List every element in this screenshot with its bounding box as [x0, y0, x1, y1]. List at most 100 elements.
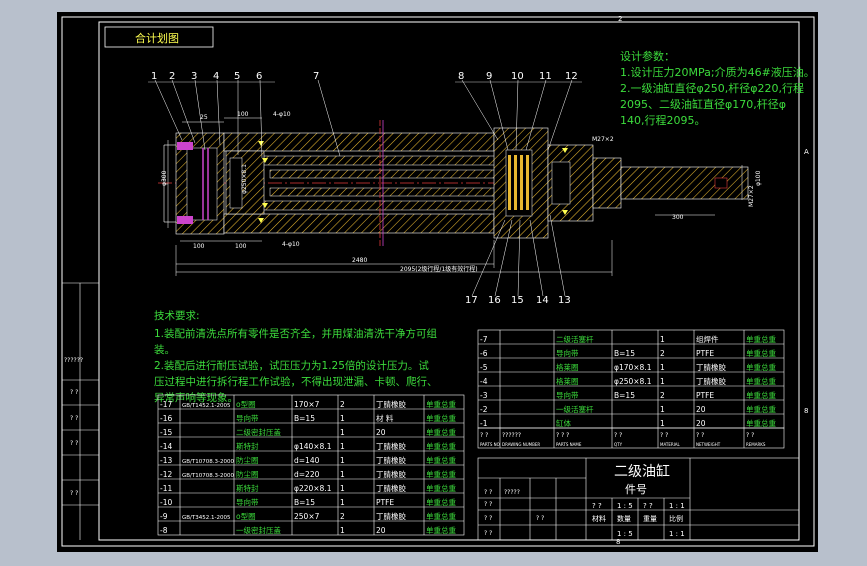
bom_right-cell: φ170×8.1	[614, 363, 652, 372]
bom_right-cell: 单重总重	[746, 404, 776, 414]
part-number: 6	[256, 71, 262, 82]
design-line: 1.设计压力20MPa;介质为46#液压油。	[620, 65, 815, 79]
bom-header: ? ?	[746, 432, 754, 439]
bom_left-cell: 丁腈橡胶	[376, 455, 406, 465]
bom_left-cell: 单重总重	[426, 441, 456, 451]
strip-label: ? ?	[70, 440, 78, 447]
bom_left-cell: φ220×8.1	[294, 484, 332, 493]
drawing-sheet: 合计划图 2 8 A 8 φ250×8.1 1 2 3 4 5 6 7 8 9 …	[57, 12, 818, 552]
bom_left-cell: -16	[160, 414, 172, 423]
end-cap-inner	[186, 147, 218, 221]
bom_right-cell: 二级活塞杆	[556, 334, 594, 344]
dim-phi300: φ300	[161, 170, 168, 186]
bom_left-cell: 斯特封	[236, 441, 259, 451]
dim-100-c: 100	[235, 243, 247, 250]
bom_right-cell: 1	[660, 363, 665, 372]
bom_right-cell: -3	[480, 391, 488, 400]
drawing-canvas: 合计划图 2 8 A 8 φ250×8.1 1 2 3 4 5 6 7 8 9 …	[0, 0, 867, 562]
bom_right-cell: 1	[660, 335, 665, 344]
bom_left-cell: -13	[160, 456, 172, 465]
strip-label: ??????	[64, 357, 83, 364]
bom_right-cell: 格莱圈	[556, 362, 579, 372]
tech-line: 装。	[154, 343, 175, 356]
bom_left-cell: -11	[160, 484, 172, 493]
bom_left-cell: 丁腈橡胶	[376, 469, 406, 479]
bom_left-cell: B=15	[294, 414, 315, 423]
border-mark-top: 2	[618, 15, 622, 23]
bom-header: ? ? ?	[556, 432, 569, 439]
tb-bottom-label: 材料	[592, 514, 606, 523]
bom_left-cell: B=15	[294, 498, 315, 507]
bom_left-cell: 丁腈橡胶	[376, 399, 406, 409]
bom_right-cell: φ250×8.1	[614, 377, 652, 386]
bom_right-cell: 2	[660, 349, 665, 358]
title-block-subtitle: 件号	[625, 483, 647, 496]
dim-4-phi10-b: 4-φ10	[282, 241, 300, 248]
bom_left-cell: 1	[340, 428, 345, 437]
bom_left-cell: d=140	[294, 456, 320, 465]
bom-header-en: REMARKS	[746, 442, 766, 447]
bom_right-cell: 单重总重	[746, 390, 776, 400]
dim-100: 100	[237, 111, 249, 118]
bom_right-cell: -7	[480, 335, 488, 344]
bom-header-en: QTY	[614, 442, 623, 447]
tb-mark: ? ?	[484, 515, 492, 522]
bom_left-cell: 单重总重	[426, 497, 456, 507]
bom_left-cell: o型圈	[236, 512, 256, 521]
bom_left-cell: 1	[340, 414, 345, 423]
bom_right-cell: 单重总重	[746, 362, 776, 372]
border-mark-bottom: 8	[616, 538, 620, 546]
bom_left-cell: GB/T10708.3-2000	[182, 473, 234, 479]
tb-mark: ? ?	[484, 530, 492, 537]
tb-bottom-label: 数量	[617, 514, 631, 523]
design-line: 2.一级油缸直径φ250,杆径φ220,行程	[620, 81, 804, 95]
bom_right-cell: 导向带	[556, 348, 579, 358]
bom-header: ??????	[502, 432, 521, 439]
bom_left-cell: GB/T10708.3-2000	[182, 459, 234, 465]
bom_left-cell: 1	[340, 456, 345, 465]
bom_right-cell: 1	[660, 419, 665, 428]
bom_left-cell: 一级密封压盖	[236, 525, 281, 535]
bom_left-cell: 单重总重	[426, 511, 456, 521]
bom_left-cell: 丁腈橡胶	[376, 441, 406, 451]
tb-mark: ?????	[504, 489, 520, 496]
bom_left-cell: 1	[340, 498, 345, 507]
part-number: 14	[536, 295, 549, 306]
tb-bottom-val: ? ?	[643, 502, 653, 510]
part-number: 15	[511, 295, 524, 306]
part-number: 8	[458, 71, 464, 82]
part-number: 17	[465, 295, 478, 306]
bom_right-cell: -2	[480, 405, 488, 414]
bom_right-cell: B=15	[614, 349, 635, 358]
bom_right-cell: 导向带	[556, 390, 579, 400]
bom_left-cell: 1	[340, 442, 345, 451]
bom_right-cell: 单重总重	[746, 418, 776, 428]
bom_right-cell: -4	[480, 377, 488, 386]
strip-label: ? ?	[70, 389, 78, 396]
tb-bottom-val: 1 : 1	[669, 502, 685, 510]
border-mark-right-2: 8	[804, 407, 808, 415]
bom_left-cell: 二级密封压盖	[236, 427, 281, 437]
bom_right-cell: 单重总重	[746, 334, 776, 344]
bom_left-cell: 防尘圈	[236, 469, 259, 479]
bom_right-cell: 20	[696, 405, 706, 414]
bom_left-cell: 20	[376, 526, 386, 535]
bom_left-cell: 单重总重	[426, 483, 456, 493]
title-block-name: 二级油缸	[614, 463, 670, 480]
bom_left-cell: 1	[340, 484, 345, 493]
bom-header: ? ?	[480, 432, 488, 439]
bom_left-cell: 单重总重	[426, 399, 456, 409]
tb-mark: ? ?	[536, 515, 544, 522]
barrel-bottom-wall	[223, 213, 495, 234]
tb-scale: 1 : 1	[669, 530, 685, 538]
dim-25: 25	[200, 114, 208, 121]
bom-header: ? ?	[660, 432, 668, 439]
tb-bottom-val: ? ?	[592, 502, 602, 510]
bom_left-cell: o型圈	[236, 400, 256, 409]
dim-300: 300	[672, 214, 684, 221]
bom-header-en: DRAWING NUMBER	[502, 442, 540, 447]
part-number: 5	[234, 71, 240, 82]
tb-bottom-label: 比例	[669, 514, 683, 523]
bom_right-cell: 缸体	[556, 418, 571, 428]
bom_right-cell: 单重总重	[746, 376, 776, 386]
